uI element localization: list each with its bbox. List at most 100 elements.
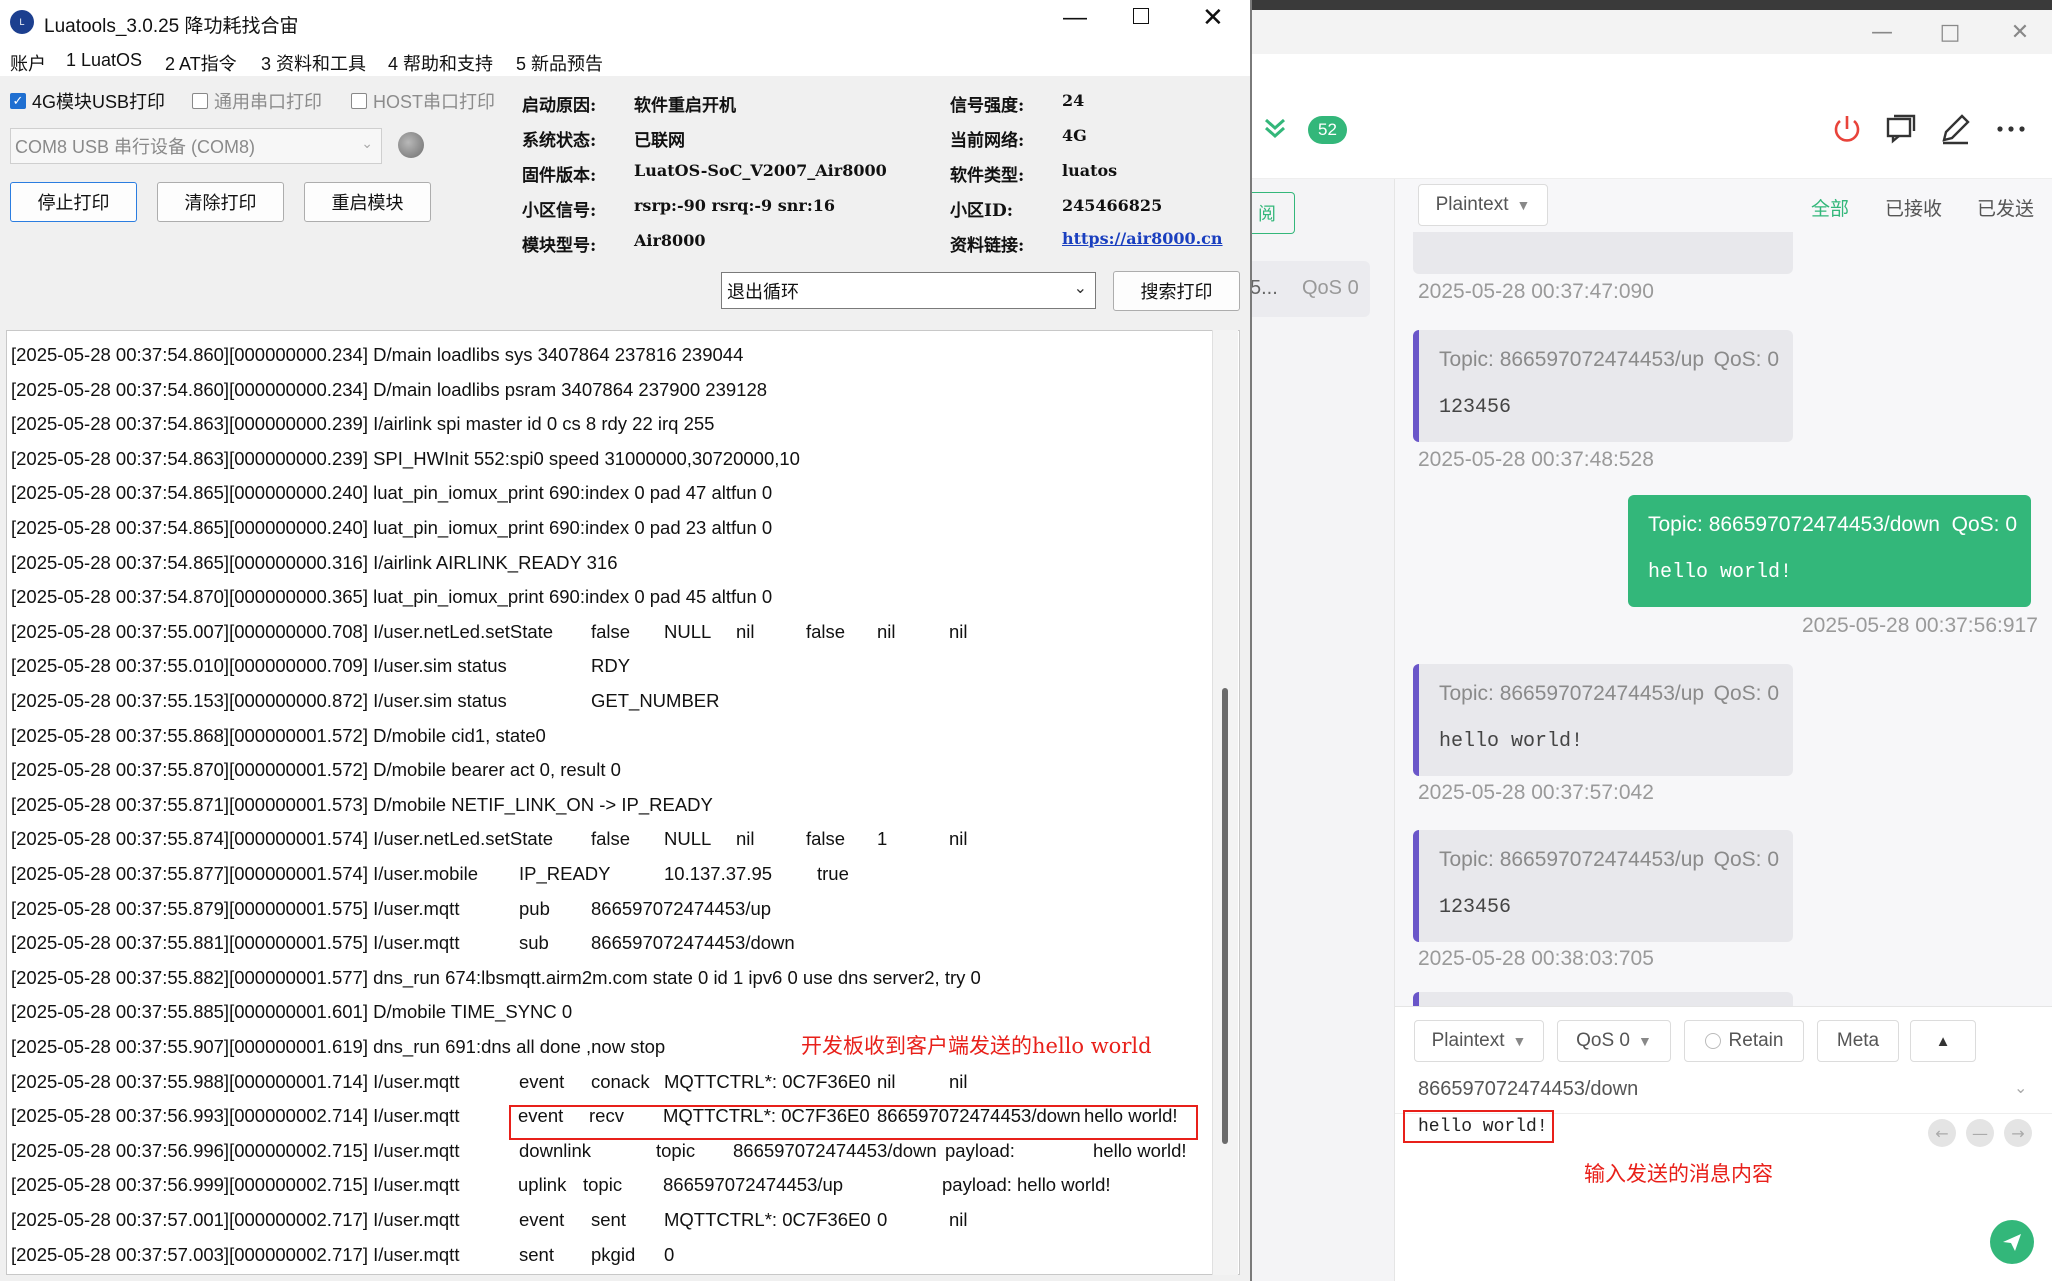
signal-value: 24 bbox=[1062, 91, 1085, 110]
annotation-text: 输入发送的消息内容 bbox=[1584, 1162, 1773, 1186]
clear-print-button[interactable]: 清除打印 bbox=[157, 182, 284, 222]
minimize-icon[interactable]: — bbox=[1063, 4, 1087, 32]
log-line: [2025-05-28 00:37:55.010][000000000.709]… bbox=[11, 655, 1211, 681]
cell-signal-value: rsrp:-90 rsrq:-9 snr:16 bbox=[634, 196, 835, 215]
log-line: [2025-05-28 00:37:55.153][000000000.872]… bbox=[11, 690, 1211, 716]
log-line: [2025-05-28 00:37:55.988][000000001.714]… bbox=[11, 1071, 1211, 1097]
log-message: [2025-05-28 00:37:55.868][000000001.572]… bbox=[11, 724, 546, 746]
expand-button[interactable]: ▲ bbox=[1910, 1020, 1976, 1062]
scrollbar-thumb[interactable] bbox=[1222, 688, 1228, 1144]
history-prev-icon[interactable]: ← bbox=[1928, 1119, 1956, 1147]
log-message: [2025-05-28 00:37:55.881][000000001.575]… bbox=[11, 932, 460, 954]
menu-new-products[interactable]: 5 新品预告 bbox=[516, 50, 603, 76]
stop-print-button[interactable]: 停止打印 bbox=[10, 182, 137, 222]
log-message: [2025-05-28 00:37:55.007][000000000.708]… bbox=[11, 620, 554, 642]
subscription-item[interactable]: 5... QoS 0 bbox=[1240, 261, 1370, 317]
payload-format-select[interactable]: Plaintext ▼ bbox=[1418, 184, 1548, 226]
log-field: RDY bbox=[591, 655, 631, 677]
menu-help[interactable]: 4 帮助和支持 bbox=[388, 50, 493, 76]
restart-module-button[interactable]: 重启模块 bbox=[304, 182, 431, 222]
menu-tools[interactable]: 3 资料和工具 bbox=[261, 50, 366, 76]
log-message: [2025-05-28 00:37:55.874][000000001.574]… bbox=[11, 828, 554, 850]
minimize-icon[interactable]: — bbox=[1852, 10, 1912, 54]
log-line: [2025-05-28 00:37:55.874][000000001.574]… bbox=[11, 828, 1211, 854]
log-line: [2025-05-28 00:37:55.881][000000001.575]… bbox=[11, 932, 1211, 958]
maximize-icon[interactable] bbox=[1133, 8, 1149, 24]
log-field: nil bbox=[949, 620, 968, 642]
more-icon[interactable] bbox=[1994, 112, 2028, 150]
log-field: topic bbox=[656, 1139, 696, 1161]
log-message: [2025-05-28 00:37:54.865][000000000.316]… bbox=[11, 551, 618, 573]
message-qos: QoS: 0 bbox=[1713, 848, 1779, 871]
log-line: [2025-05-28 00:37:55.868][000000001.572]… bbox=[11, 725, 1211, 751]
close-icon[interactable]: ✕ bbox=[1990, 10, 2050, 54]
docs-link[interactable]: https://air8000.cn bbox=[1062, 229, 1223, 248]
menu-luatos[interactable]: 1 LuatOS bbox=[66, 50, 142, 71]
log-field: GET_NUMBER bbox=[591, 690, 720, 711]
filter-received-tab[interactable]: 已接收 bbox=[1885, 194, 1942, 221]
loop-select[interactable]: 退出循环 ⌄ bbox=[721, 272, 1096, 309]
filter-sent-tab[interactable]: 已发送 bbox=[1977, 194, 2034, 221]
message-qos: QoS: 0 bbox=[1713, 348, 1779, 371]
log-line: [2025-05-28 00:37:56.999][000000002.715]… bbox=[11, 1174, 1211, 1200]
log-line: [2025-05-28 00:37:54.860][000000000.234]… bbox=[11, 344, 1211, 370]
network-value: 4G bbox=[1062, 126, 1087, 145]
message-bubble-sent: Topic: 866597072474453/down QoS: 0 hello… bbox=[1628, 495, 2031, 607]
module-label: 模块型号: bbox=[522, 236, 597, 256]
log-field: 0 bbox=[664, 1243, 675, 1265]
log-message: [2025-05-28 00:37:55.877][000000001.574]… bbox=[11, 863, 478, 884]
log-line: [2025-05-28 00:37:57.003][000000002.717]… bbox=[11, 1244, 1211, 1270]
message-topic: Topic: 866597072474453/up bbox=[1439, 682, 1705, 705]
filter-all-tab[interactable]: 全部 bbox=[1811, 194, 1849, 221]
compose-topic-input[interactable]: 866597072474453/down bbox=[1418, 1078, 1638, 1101]
radio-icon bbox=[1704, 1033, 1721, 1049]
compose-format-select[interactable]: Plaintext ▼ bbox=[1414, 1020, 1544, 1062]
checkbox-label: HOST串口打印 bbox=[373, 92, 496, 112]
log-message: [2025-05-28 00:37:55.882][000000001.577]… bbox=[11, 966, 981, 988]
chevron-down-icon[interactable]: ⌄ bbox=[2014, 1078, 2027, 1097]
log-message: [2025-05-28 00:37:55.988][000000001.714]… bbox=[11, 1070, 460, 1092]
message-payload: hello world! bbox=[1439, 730, 1584, 753]
meta-label: Meta bbox=[1836, 1030, 1880, 1051]
close-icon[interactable]: ✕ bbox=[1202, 2, 1224, 33]
checkbox-usb-print[interactable]: ✓ 4G模块USB打印 bbox=[10, 88, 165, 114]
log-message: [2025-05-28 00:37:54.860][000000000.234]… bbox=[11, 378, 768, 400]
log-field: nil bbox=[949, 1209, 968, 1230]
log-field: uplink bbox=[518, 1174, 567, 1196]
log-message: [2025-05-28 00:37:57.003][000000002.717]… bbox=[11, 1243, 460, 1265]
log-line: [2025-05-28 00:37:54.865][000000000.240]… bbox=[11, 482, 1211, 508]
history-clear-icon[interactable]: — bbox=[1966, 1119, 1994, 1147]
log-field: hello world! bbox=[1017, 1174, 1111, 1196]
message-payload: hello world! bbox=[1648, 561, 1793, 584]
log-message: [2025-05-28 00:37:55.907][000000001.619]… bbox=[11, 1036, 666, 1057]
send-button[interactable] bbox=[1990, 1220, 2034, 1264]
checkbox-serial-print[interactable]: 通用串口打印 bbox=[192, 88, 322, 114]
checkbox-host-print[interactable]: HOST串口打印 bbox=[351, 88, 495, 114]
log-message: [2025-05-28 00:37:57.001][000000002.717]… bbox=[11, 1209, 460, 1230]
disconnect-icon[interactable] bbox=[1830, 112, 1864, 150]
retain-toggle[interactable]: Retain bbox=[1684, 1020, 1804, 1062]
meta-button[interactable]: Meta bbox=[1817, 1020, 1899, 1062]
log-field: sub bbox=[519, 932, 549, 954]
new-window-icon[interactable] bbox=[1884, 112, 1918, 150]
log-line: [2025-05-28 00:37:55.885][000000001.601]… bbox=[11, 1001, 1211, 1027]
log-field: 10.137.37.95 bbox=[664, 863, 773, 884]
log-field: 866597072474453/up bbox=[591, 897, 772, 919]
collapse-icon[interactable] bbox=[1262, 115, 1288, 145]
send-icon bbox=[2003, 1234, 2021, 1251]
log-line: [2025-05-28 00:37:55.879][000000001.575]… bbox=[11, 898, 1211, 924]
edit-icon[interactable] bbox=[1938, 112, 1972, 150]
message-time: 2025-05-28 00:37:57:042 bbox=[1418, 781, 1654, 804]
history-next-icon[interactable]: → bbox=[2004, 1119, 2032, 1147]
log-field: event bbox=[519, 1070, 565, 1092]
log-message: [2025-05-28 00:37:55.885][000000001.601]… bbox=[11, 1001, 573, 1023]
maximize-icon[interactable]: □ bbox=[1920, 10, 1980, 54]
port-select[interactable]: COM8 USB 串行设备 (COM8) ⌄ bbox=[10, 128, 382, 164]
log-line: [2025-05-28 00:37:54.863][000000000.239]… bbox=[11, 448, 1211, 474]
search-print-button[interactable]: 搜索打印 bbox=[1113, 271, 1240, 311]
subscription-qos: QoS 0 bbox=[1302, 277, 1359, 299]
menu-account[interactable]: 账户 bbox=[10, 50, 46, 76]
link-clip: https://air8000.cn bbox=[1062, 229, 1250, 249]
compose-qos-select[interactable]: QoS 0 ▼ bbox=[1557, 1020, 1671, 1062]
menu-at[interactable]: 2 AT指令 bbox=[165, 50, 237, 76]
